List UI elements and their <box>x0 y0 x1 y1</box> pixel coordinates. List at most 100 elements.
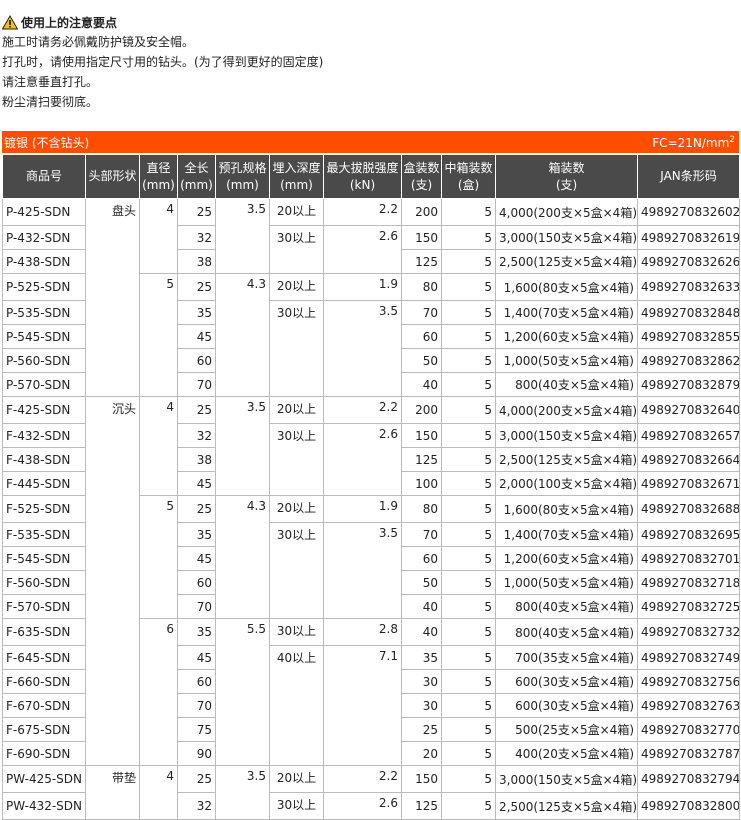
cell-case-qty: 600(30支×5盒×4箱) <box>495 669 638 694</box>
table-row: PW-425-SDN 带垫 4 25 3.5 20以上 2.2 150 5 3,000(150支×… <box>2 765 740 820</box>
cell-depth: 20以上 <box>269 765 324 793</box>
cell-mid-qty: 5 <box>441 249 496 274</box>
cell-jan: 4989270832732 <box>637 618 740 646</box>
cell-box-qty: 30 <box>401 693 442 718</box>
cell-pullout: 3.5 <box>323 522 402 619</box>
cell-pullout: 1.9 <box>323 273 402 301</box>
cell-box-qty: 60 <box>401 324 442 349</box>
cell-box-qty: 50 <box>401 570 442 595</box>
cell-depth: 30以上 <box>269 618 324 646</box>
cell-product: P-560-SDN <box>2 348 86 373</box>
cell-jan: 4989270832718 <box>637 570 740 595</box>
cell-product: F-535-SDN <box>2 522 86 547</box>
cell-box-qty: 125 <box>401 249 442 274</box>
header-diameter: 直径 (mm) <box>139 154 178 199</box>
cell-pullout: 2.8 <box>323 618 402 646</box>
cell-product: P-525-SDN <box>2 273 86 301</box>
notice-line: 请注意垂直打孔。 <box>2 75 99 89</box>
cell-case-qty: 1,000(50支×5盒×4箱) <box>495 348 638 373</box>
cell-product: F-445-SDN <box>2 471 86 496</box>
cell-depth: 30以上 <box>269 423 324 496</box>
cell-pullout: 2.6 <box>323 423 402 496</box>
cell-length: 38 <box>177 447 216 472</box>
cell-length: 90 <box>177 741 216 766</box>
cell-box-qty: 200 <box>401 198 442 226</box>
cell-depth: 40以上 <box>269 645 324 766</box>
cell-box-qty: 80 <box>401 495 442 523</box>
cell-mid-qty: 5 <box>441 447 496 472</box>
cell-product: P-438-SDN <box>2 249 86 274</box>
cell-jan: 4989270832657 <box>637 423 740 448</box>
cell-case-qty: 1,200(60支×5盒×4箱) <box>495 546 638 571</box>
cell-jan: 4989270832763 <box>637 693 740 718</box>
cell-length: 25 <box>177 396 216 424</box>
cell-pullout: 2.2 <box>323 765 402 793</box>
cell-product: PW-425-SDN <box>2 765 86 793</box>
cell-case-qty: 4,000(200支×5盒×4箱) <box>495 396 638 424</box>
banner-title: 镀银 (不含钻头) <box>4 135 90 150</box>
notice-title: 使用上的注意要点 <box>21 15 118 30</box>
cell-jan: 4989270832756 <box>637 669 740 694</box>
cell-pilot-hole: 3.5 <box>215 198 270 274</box>
cell-pilot-hole: 3.5 <box>215 765 270 820</box>
header-product: 商品号 <box>2 154 86 199</box>
cell-box-qty: 25 <box>401 717 442 742</box>
cell-length: 25 <box>177 273 216 301</box>
cell-box-qty: 50 <box>401 348 442 373</box>
cell-length: 35 <box>177 300 216 325</box>
usage-notes: 使用上的注意要点 施工时请务必佩戴防护镜及安全帽。 打孔时，请使用指定尺寸用的钻… <box>1 12 739 112</box>
cell-box-qty: 125 <box>401 792 442 820</box>
cell-depth: 30以上 <box>269 225 324 274</box>
cell-pullout: 2.6 <box>323 225 402 274</box>
header-box-qty: 盒装数 (支) <box>401 154 442 199</box>
cell-mid-qty: 5 <box>441 594 496 619</box>
cell-mid-qty: 5 <box>441 522 496 547</box>
cell-pullout: 7.1 <box>323 645 402 766</box>
cell-product: F-545-SDN <box>2 546 86 571</box>
cell-case-qty: 1,600(80支×5盒×4箱) <box>495 495 638 523</box>
cell-box-qty: 40 <box>401 372 442 397</box>
cell-product: F-425-SDN <box>2 396 86 424</box>
cell-length: 32 <box>177 423 216 448</box>
cell-case-qty: 3,000(150支×5盒×4箱) <box>495 225 638 250</box>
cell-depth: 20以上 <box>269 495 324 523</box>
cell-case-qty: 2,500(125支×5盒×4箱) <box>495 447 638 472</box>
cell-length: 60 <box>177 669 216 694</box>
cell-pilot-hole: 4.3 <box>215 273 270 397</box>
notice-line: 施工时请务必佩戴防护镜及安全帽。 <box>2 35 195 49</box>
cell-mid-qty: 5 <box>441 273 496 301</box>
cell-diameter: 4 <box>139 765 178 820</box>
cell-case-qty: 400(20支×5盒×4箱) <box>495 741 638 766</box>
header-length: 全长 (mm) <box>177 154 216 199</box>
cell-depth: 30以上 <box>269 792 324 820</box>
cell-jan: 4989270832640 <box>637 396 740 424</box>
cell-mid-qty: 5 <box>441 546 496 571</box>
cell-pullout: 1.9 <box>323 495 402 523</box>
cell-mid-qty: 5 <box>441 717 496 742</box>
header-pilot-hole: 预孔规格 (mm) <box>215 154 270 199</box>
cell-mid-qty: 5 <box>441 300 496 325</box>
notice-heading: 使用上的注意要点 <box>1 12 739 32</box>
cell-mid-qty: 5 <box>441 669 496 694</box>
cell-case-qty: 1,400(70支×5盒×4箱) <box>495 300 638 325</box>
cell-box-qty: 150 <box>401 225 442 250</box>
cell-length: 45 <box>177 546 216 571</box>
cell-pilot-hole: 4.3 <box>215 495 270 619</box>
cell-box-qty: 20 <box>401 741 442 766</box>
cell-jan: 4989270832749 <box>637 645 740 670</box>
cell-case-qty: 800(40支×5盒×4箱) <box>495 594 638 619</box>
cell-pullout: 3.5 <box>323 300 402 397</box>
cell-jan: 4989270832633 <box>637 273 740 301</box>
cell-jan: 4989270832770 <box>637 717 740 742</box>
header-jan: JAN条形码 <box>637 154 740 199</box>
cell-depth: 20以上 <box>269 273 324 301</box>
cell-box-qty: 150 <box>401 423 442 448</box>
header-pullout: 最大拔脱强度 (kN) <box>323 154 402 199</box>
cell-length: 45 <box>177 324 216 349</box>
cell-case-qty: 3,000(150支×5盒×4箱) <box>495 423 638 448</box>
cell-case-qty: 700(35支×5盒×4箱) <box>495 645 638 670</box>
cell-depth: 30以上 <box>269 300 324 397</box>
cell-length: 45 <box>177 471 216 496</box>
cell-jan: 4989270832619 <box>637 225 740 250</box>
cell-case-qty: 500(25支×5盒×4箱) <box>495 717 638 742</box>
